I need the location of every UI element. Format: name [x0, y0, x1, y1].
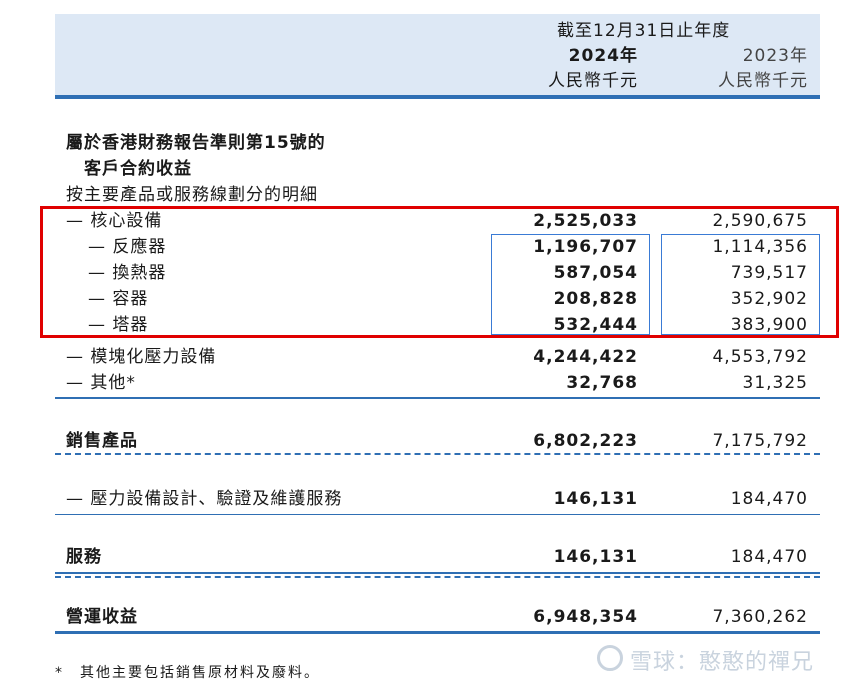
- dashed-rule: [55, 453, 820, 455]
- row-value-2024: 1,196,707: [533, 237, 638, 257]
- subtotal-products-2024: 6,802,223: [533, 431, 638, 451]
- header-rule: [55, 95, 820, 99]
- subtotal-services-label: 服務: [66, 547, 102, 567]
- row-label: — 容器: [88, 289, 149, 309]
- row-value-2024: 32,768: [566, 373, 638, 393]
- row-value-2024: 532,444: [553, 315, 638, 335]
- service-row-2024: 146,131: [553, 489, 638, 509]
- row-value-2023: 1,114,356: [712, 237, 808, 257]
- row-value-2024: 208,828: [553, 289, 638, 309]
- rule: [55, 572, 820, 574]
- service-row-2023: 184,470: [730, 489, 808, 509]
- footnote: * 其他主要包括銷售原材料及廢料。: [55, 665, 320, 681]
- row-label: — 其他*: [66, 373, 136, 393]
- row-label: — 模塊化壓力設備: [66, 347, 217, 367]
- col-2024-unit: 人民幣千元: [548, 71, 638, 91]
- row-value-2024: 587,054: [553, 263, 638, 283]
- snowball-logo-icon: [597, 645, 623, 671]
- row-value-2023: 4,553,792: [712, 347, 808, 367]
- row-label: — 核心設備: [66, 211, 163, 231]
- section-title-line2: 客戶合約收益: [84, 159, 192, 179]
- row-value-2023: 383,900: [730, 315, 808, 335]
- total-2024: 6,948,354: [533, 607, 638, 627]
- total-label: 營運收益: [66, 607, 138, 627]
- row-value-2023: 739,517: [730, 263, 808, 283]
- row-value-2024: 4,244,422: [533, 347, 638, 367]
- row-label: — 反應器: [88, 237, 167, 257]
- rule: [55, 514, 820, 515]
- row-value-2023: 2,590,675: [712, 211, 808, 231]
- col-2024-year: 2024年: [568, 46, 638, 66]
- row-value-2023: 352,902: [730, 289, 808, 309]
- dashed-rule: [55, 576, 820, 578]
- subtotal-products-2023: 7,175,792: [712, 431, 808, 451]
- row-value-2023: 31,325: [742, 373, 808, 393]
- col-2023-year: 2023年: [742, 46, 808, 66]
- watermark: 雪球：憨憨的禪兄: [630, 650, 815, 675]
- subtotal-products-label: 銷售產品: [66, 431, 138, 451]
- row-label: — 換熱器: [88, 263, 167, 283]
- period-heading: 截至12月31日止年度: [557, 21, 731, 41]
- subtotal-services-2023: 184,470: [730, 547, 808, 567]
- section-title-line1: 屬於香港財務報告準則第15號的: [66, 133, 326, 153]
- section-subtitle: 按主要產品或服務線劃分的明細: [66, 185, 318, 205]
- row-label: — 塔器: [88, 315, 149, 335]
- total-2023: 7,360,262: [712, 607, 808, 627]
- rule: [55, 397, 820, 399]
- col-2023-unit: 人民幣千元: [718, 71, 808, 91]
- subtotal-services-2024: 146,131: [553, 547, 638, 567]
- total-rule: [55, 631, 820, 634]
- service-row-label: — 壓力設備設計、驗證及維護服務: [66, 489, 343, 509]
- row-value-2024: 2,525,033: [533, 211, 638, 231]
